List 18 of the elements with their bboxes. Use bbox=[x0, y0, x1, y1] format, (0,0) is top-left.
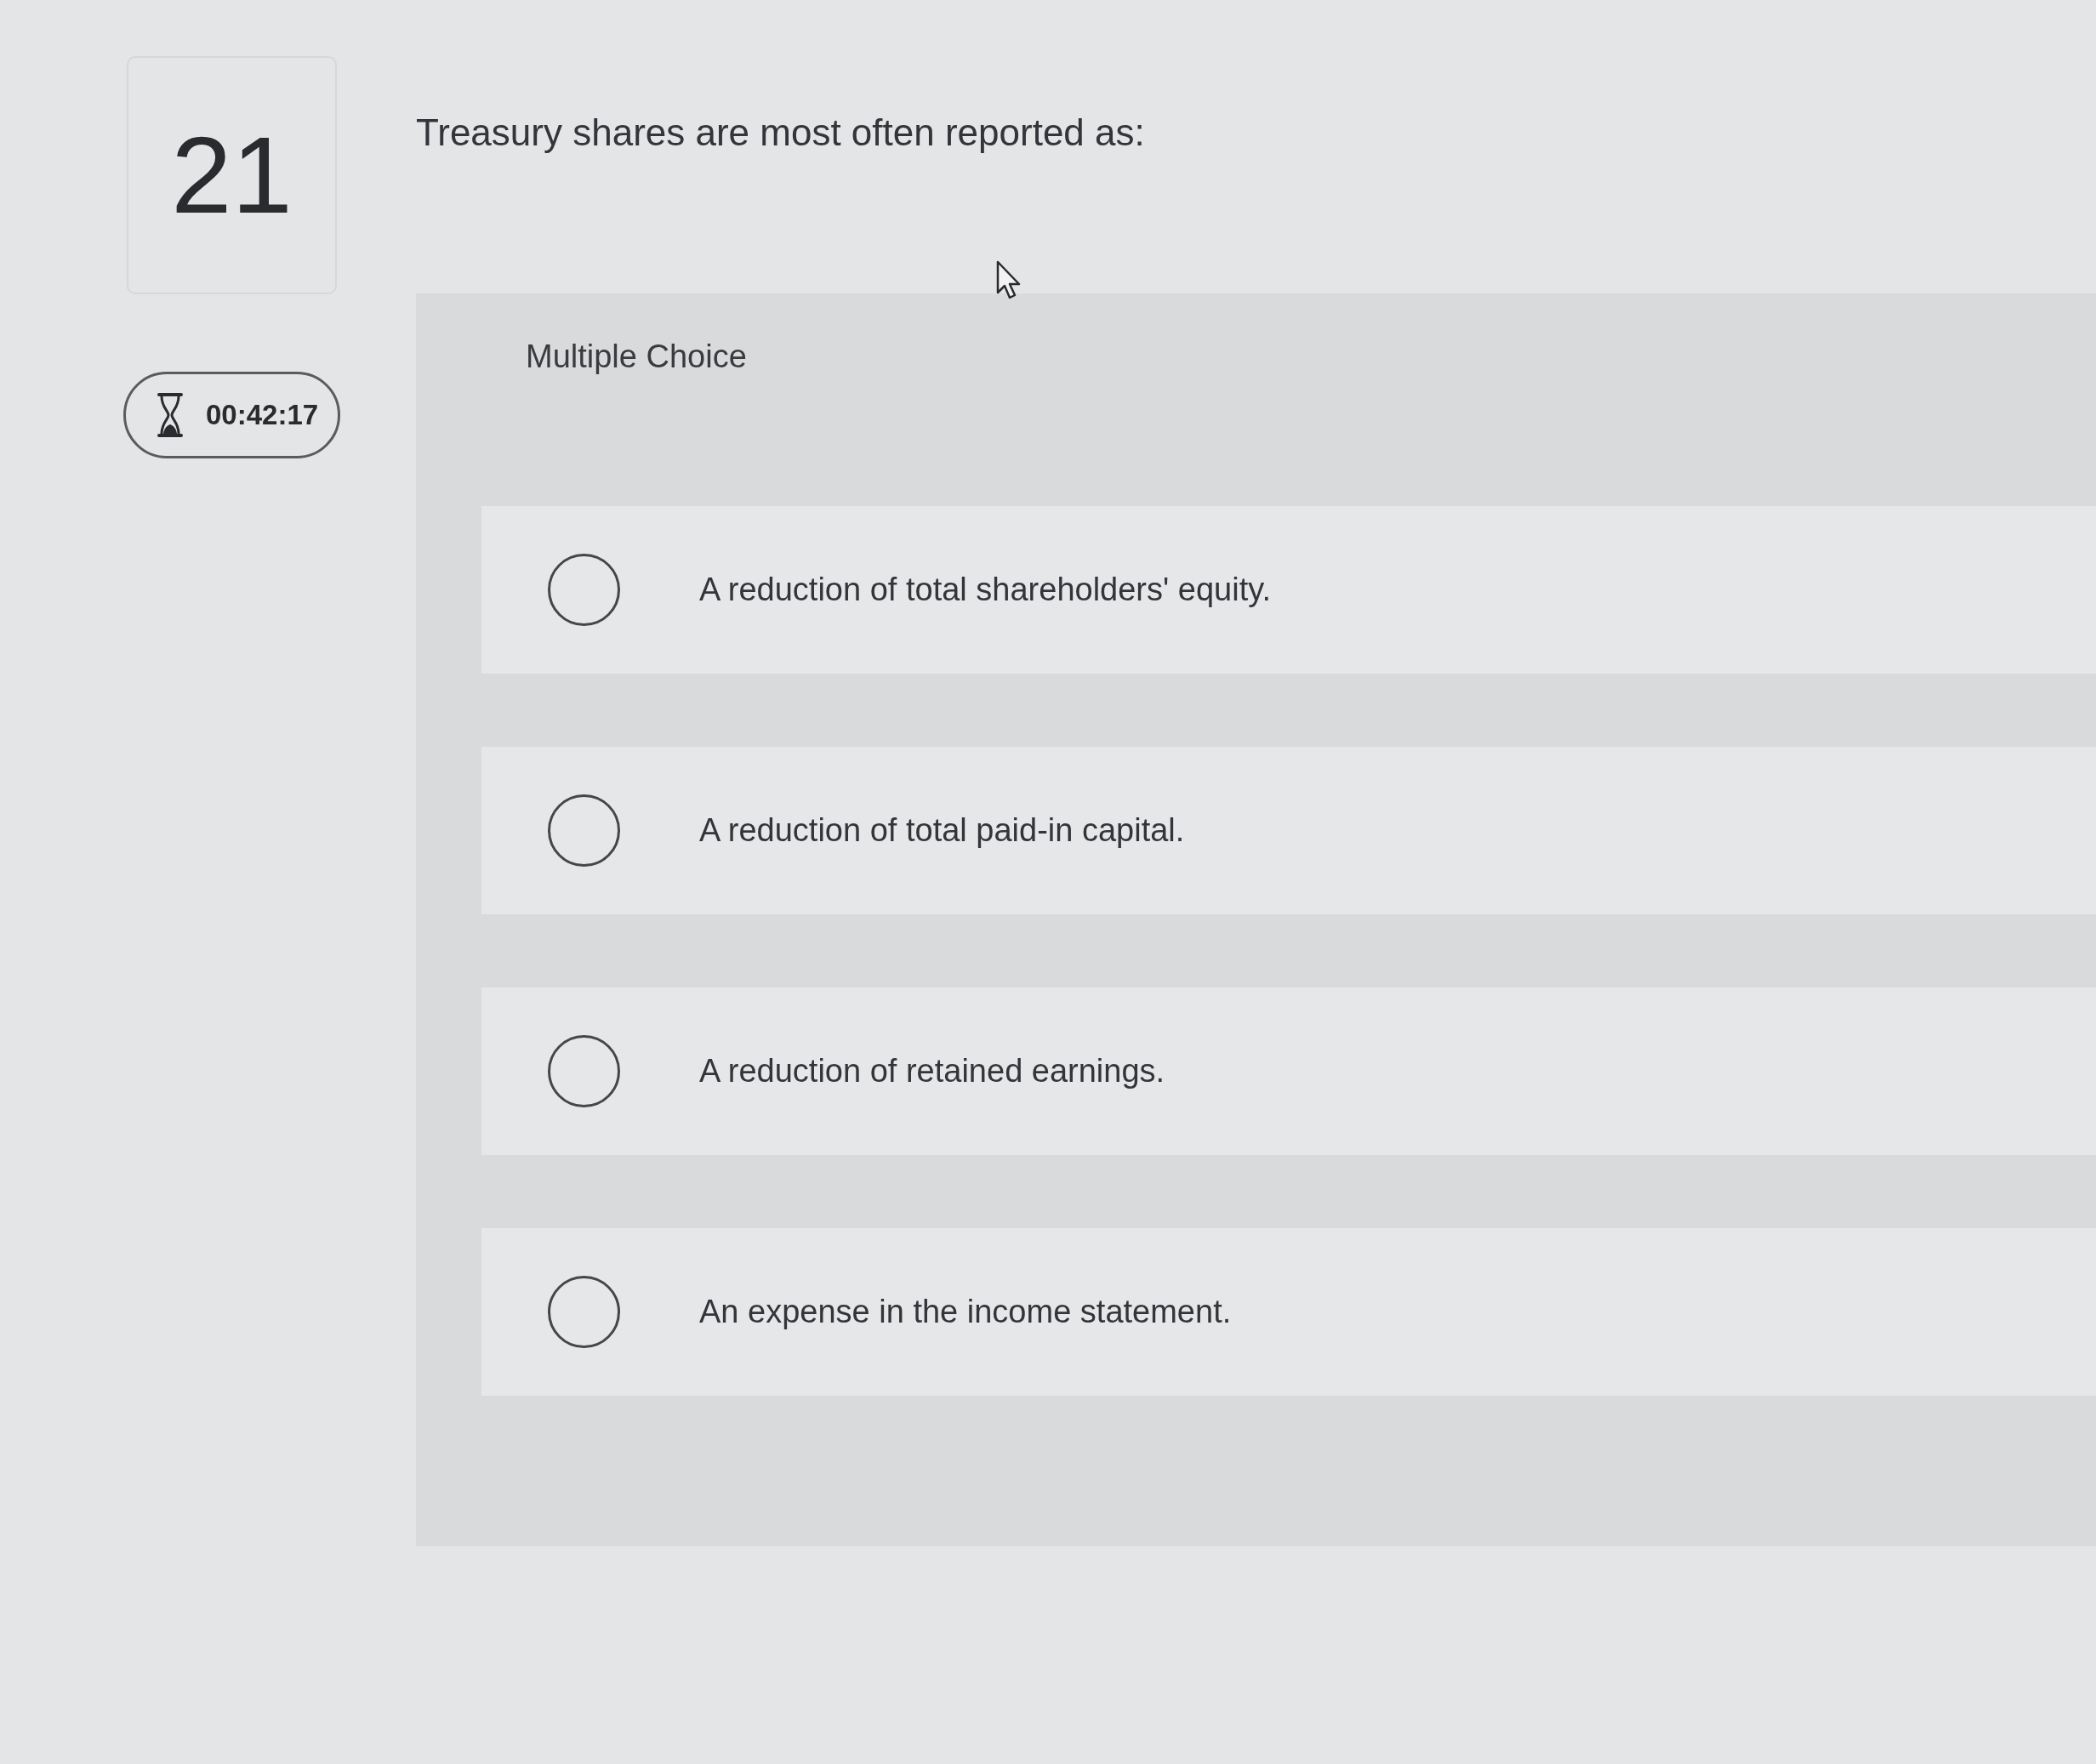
option-text: An expense in the income statement. bbox=[699, 1293, 1232, 1332]
timer-text: 00:42:17 bbox=[206, 398, 319, 433]
answer-option[interactable]: A reduction of retained earnings. bbox=[481, 987, 2096, 1156]
question-number: 21 bbox=[171, 121, 293, 230]
question-type-label: Multiple Choice bbox=[525, 337, 748, 376]
answer-option[interactable]: A reduction of total shareholders' equity. bbox=[481, 506, 2096, 674]
option-text: A reduction of total paid-in capital. bbox=[699, 811, 1185, 851]
option-text: A reduction of retained earnings. bbox=[699, 1052, 1165, 1091]
question-text: Treasury shares are most often reported as: bbox=[416, 111, 1146, 155]
radio-button[interactable] bbox=[548, 794, 620, 868]
radio-button[interactable] bbox=[548, 1276, 620, 1349]
radio-button[interactable] bbox=[548, 554, 620, 627]
answer-option[interactable]: A reduction of total paid-in capital. bbox=[481, 747, 2096, 915]
radio-button[interactable] bbox=[548, 1035, 620, 1108]
answer-option[interactable]: An expense in the income statement. bbox=[481, 1228, 2096, 1397]
mouse-pointer-icon bbox=[996, 260, 1022, 299]
hourglass-icon bbox=[157, 392, 184, 438]
option-text: A reduction of total shareholders' equity. bbox=[699, 571, 1271, 610]
